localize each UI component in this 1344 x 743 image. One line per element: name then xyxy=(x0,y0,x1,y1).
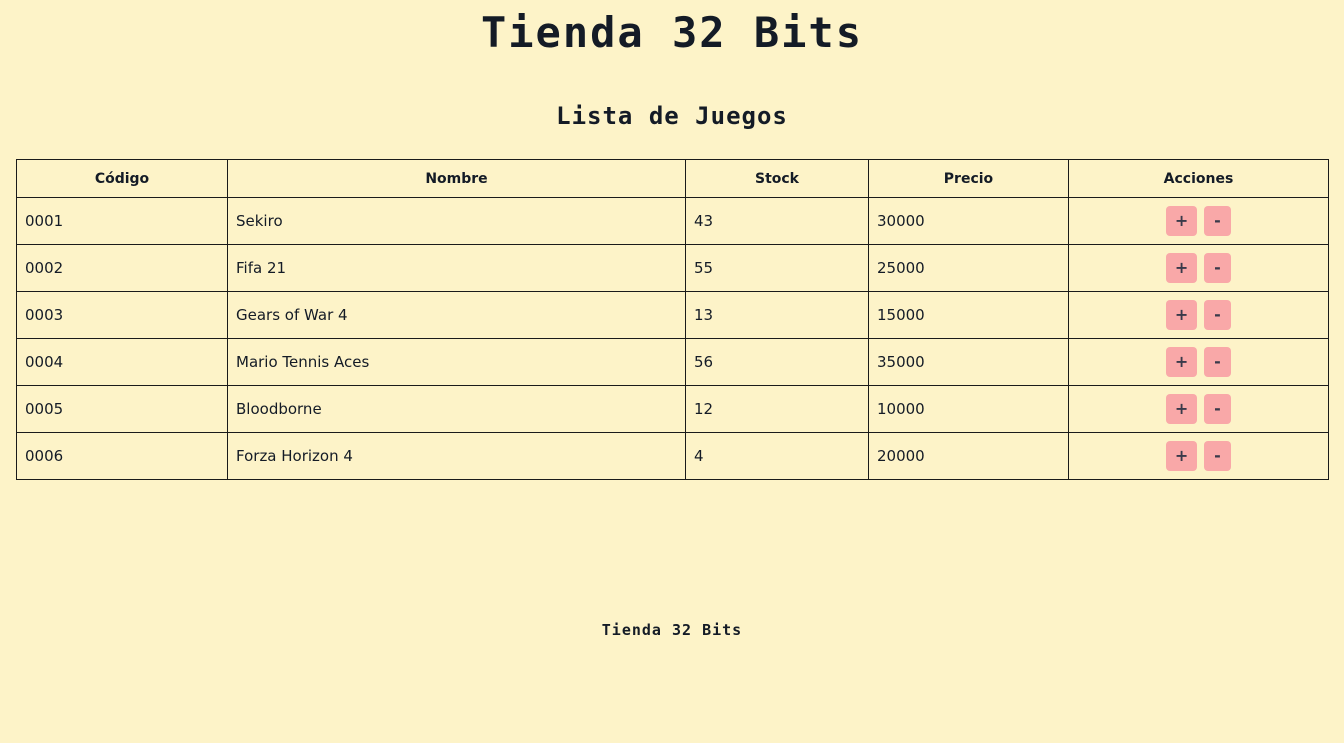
table-row: 0004 Mario Tennis Aces 56 35000 + - xyxy=(16,338,1329,386)
increase-stock-button[interactable]: + xyxy=(1166,441,1198,471)
cell-stock: 55 xyxy=(685,244,869,292)
cell-codigo: 0001 xyxy=(16,197,228,245)
cell-precio: 15000 xyxy=(868,291,1069,339)
table-row: 0003 Gears of War 4 13 15000 + - xyxy=(16,291,1329,339)
column-header-acciones: Acciones xyxy=(1068,159,1329,198)
table-row: 0005 Bloodborne 12 10000 + - xyxy=(16,385,1329,433)
cell-nombre: Forza Horizon 4 xyxy=(227,432,686,480)
decrease-stock-button[interactable]: - xyxy=(1203,394,1231,424)
column-header-nombre: Nombre xyxy=(227,159,686,198)
cell-precio: 30000 xyxy=(868,197,1069,245)
column-header-codigo: Código xyxy=(16,159,228,198)
cell-acciones: + - xyxy=(1068,291,1329,339)
cell-codigo: 0006 xyxy=(16,432,228,480)
cell-acciones: + - xyxy=(1068,244,1329,292)
decrease-stock-button[interactable]: - xyxy=(1203,441,1231,471)
games-table: Código Nombre Stock Precio Acciones 0001… xyxy=(16,159,1329,480)
cell-stock: 4 xyxy=(685,432,869,480)
cell-nombre: Gears of War 4 xyxy=(227,291,686,339)
page-title: Lista de Juegos xyxy=(556,102,788,130)
increase-stock-button[interactable]: + xyxy=(1166,347,1198,377)
table-row: 0006 Forza Horizon 4 4 20000 + - xyxy=(16,432,1329,480)
cell-nombre: Mario Tennis Aces xyxy=(227,338,686,386)
decrease-stock-button[interactable]: - xyxy=(1203,206,1231,236)
column-header-stock: Stock xyxy=(685,159,869,198)
cell-precio: 20000 xyxy=(868,432,1069,480)
table-header-row: Código Nombre Stock Precio Acciones xyxy=(16,159,1329,198)
cell-precio: 25000 xyxy=(868,244,1069,292)
cell-codigo: 0004 xyxy=(16,338,228,386)
cell-stock: 43 xyxy=(685,197,869,245)
cell-nombre: Fifa 21 xyxy=(227,244,686,292)
cell-precio: 35000 xyxy=(868,338,1069,386)
decrease-stock-button[interactable]: - xyxy=(1203,253,1231,283)
cell-acciones: + - xyxy=(1068,197,1329,245)
increase-stock-button[interactable]: + xyxy=(1166,253,1198,283)
footer-text: Tienda 32 Bits xyxy=(601,621,743,639)
cell-precio: 10000 xyxy=(868,385,1069,433)
cell-stock: 13 xyxy=(685,291,869,339)
cell-acciones: + - xyxy=(1068,338,1329,386)
table-row: 0001 Sekiro 43 30000 + - xyxy=(16,197,1329,245)
cell-nombre: Sekiro xyxy=(227,197,686,245)
decrease-stock-button[interactable]: - xyxy=(1203,300,1231,330)
cell-stock: 12 xyxy=(685,385,869,433)
cell-codigo: 0002 xyxy=(16,244,228,292)
site-title: Tienda 32 Bits xyxy=(480,8,863,57)
increase-stock-button[interactable]: + xyxy=(1166,206,1198,236)
increase-stock-button[interactable]: + xyxy=(1166,300,1198,330)
cell-codigo: 0005 xyxy=(16,385,228,433)
increase-stock-button[interactable]: + xyxy=(1166,394,1198,424)
table-row: 0002 Fifa 21 55 25000 + - xyxy=(16,244,1329,292)
cell-stock: 56 xyxy=(685,338,869,386)
column-header-precio: Precio xyxy=(868,159,1069,198)
decrease-stock-button[interactable]: - xyxy=(1203,347,1231,377)
cell-acciones: + - xyxy=(1068,432,1329,480)
cell-nombre: Bloodborne xyxy=(227,385,686,433)
cell-acciones: + - xyxy=(1068,385,1329,433)
cell-codigo: 0003 xyxy=(16,291,228,339)
